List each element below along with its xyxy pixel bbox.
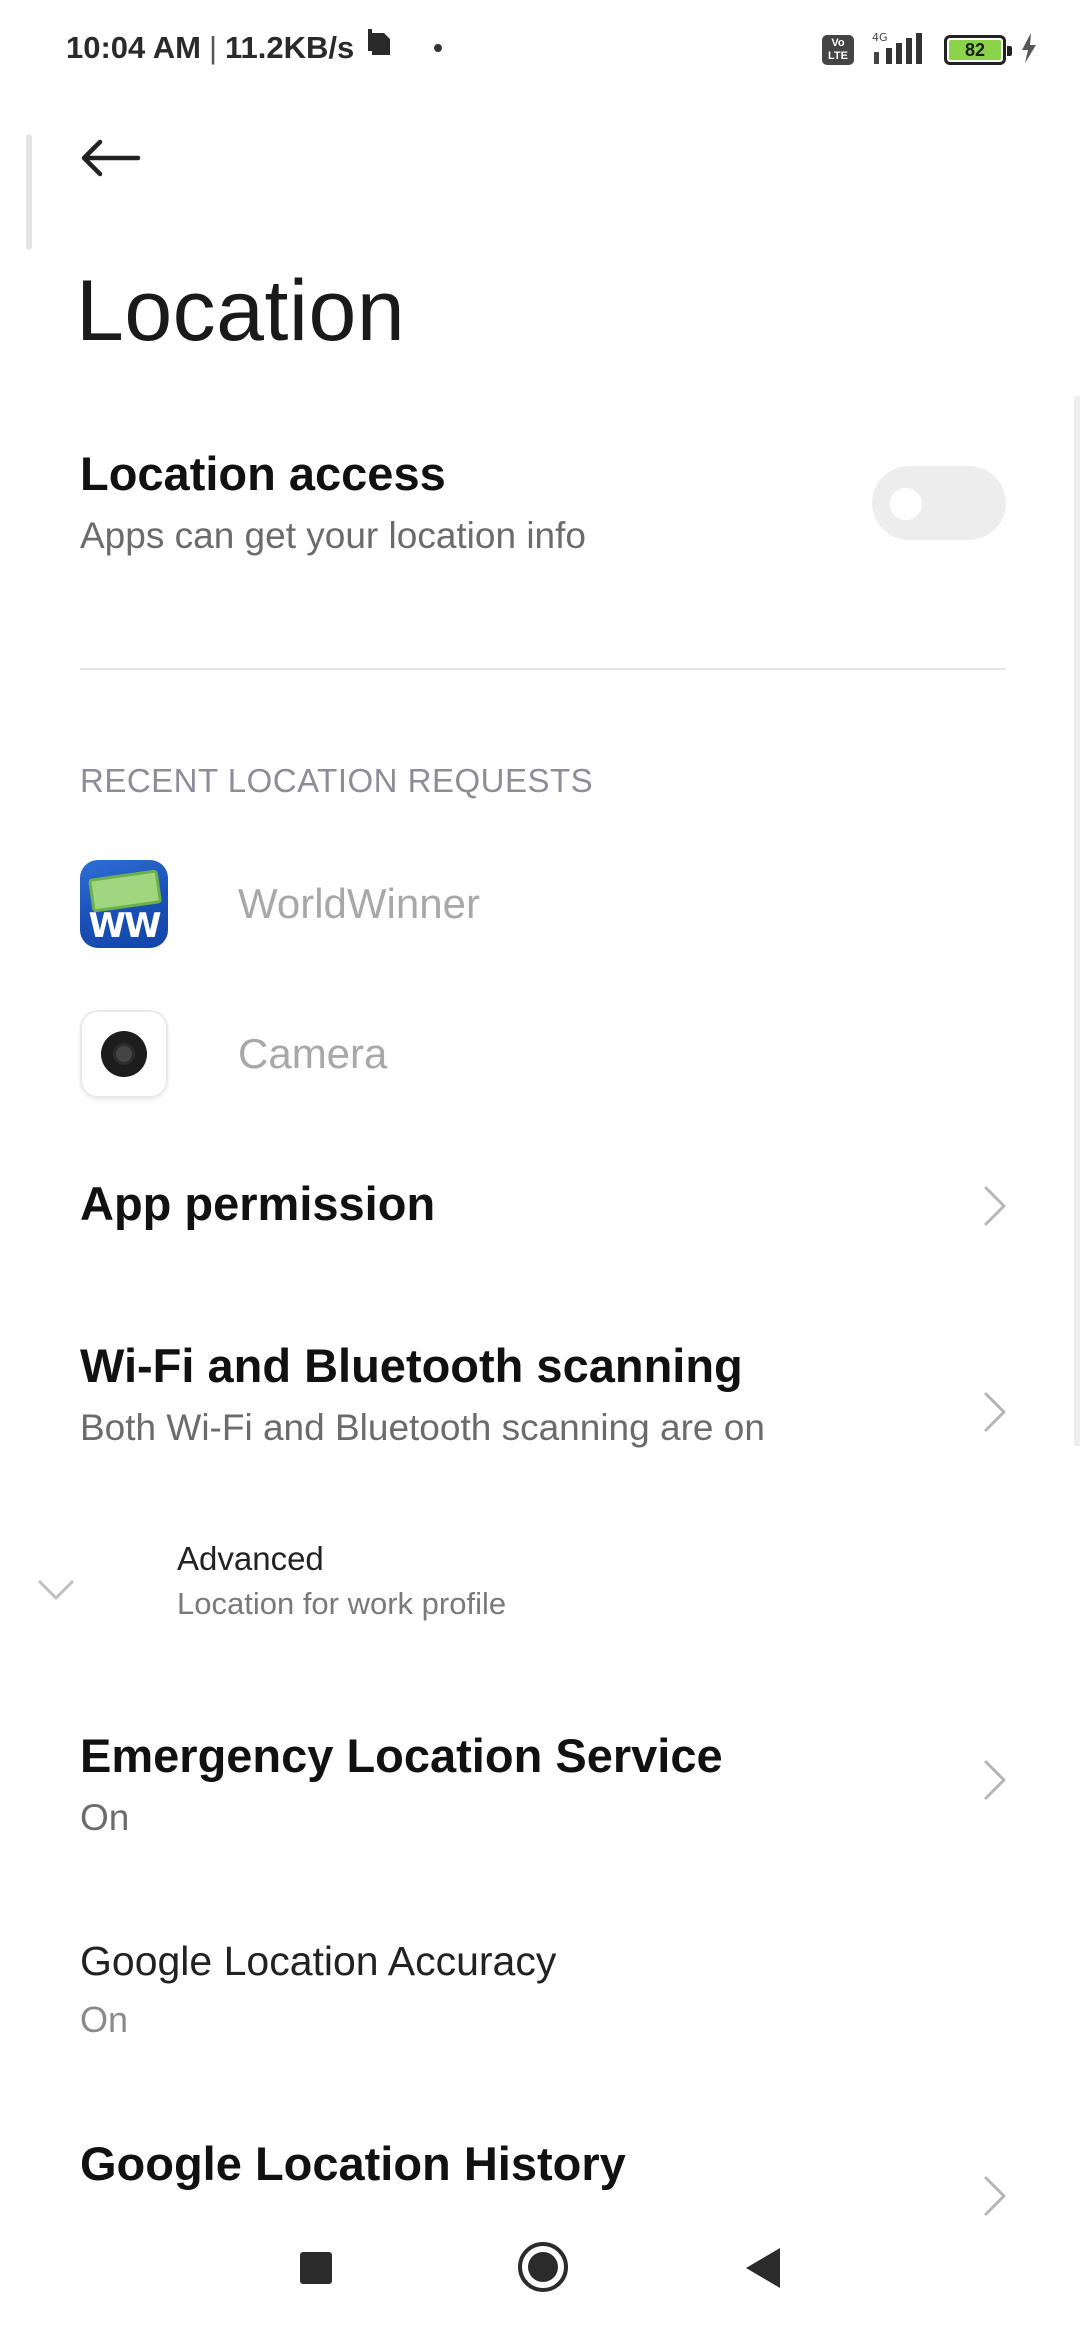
advanced-subtitle: Location for work profile (177, 1586, 507, 1621)
camera-app-icon (80, 1010, 168, 1098)
toggle-knob (890, 488, 922, 520)
status-separator: | (208, 30, 218, 65)
worldwinner-app-icon: WW (80, 860, 168, 948)
arrow-left-icon (81, 139, 141, 177)
emergency-service-title: Emergency Location Service (80, 1729, 723, 1782)
advanced-title: Advanced (177, 1540, 324, 1577)
notification-dot-icon (434, 44, 443, 52)
wifi-bluetooth-title: Wi-Fi and Bluetooth scanning (80, 1339, 743, 1392)
signal-4g-icon: 4G (868, 30, 930, 71)
location-access-row[interactable]: Location access Apps can get your locati… (80, 446, 1008, 566)
charging-icon (1020, 32, 1038, 68)
camera-lens (101, 1031, 147, 1077)
system-back-button[interactable] (746, 2248, 780, 2288)
status-bar: 10:04 AM | 11.2KB/s Vo LTE 4G 82 (0, 0, 1080, 96)
battery-level: 82 (949, 40, 1001, 60)
emergency-location-service-row[interactable]: Emergency Location Service On (80, 1728, 1010, 1848)
location-access-subtitle: Apps can get your location info (80, 515, 586, 556)
google-accuracy-status: On (80, 1999, 129, 2040)
emergency-service-status: On (80, 1797, 130, 1838)
home-button[interactable] (518, 2242, 568, 2292)
location-access-toggle[interactable] (872, 466, 1006, 540)
sim-card-icon (368, 29, 394, 67)
battery-tip (1007, 46, 1012, 56)
chevron-down-icon (38, 1580, 74, 1600)
chevron-right-icon (984, 1186, 1006, 1226)
wifi-bluetooth-scanning-row[interactable]: Wi-Fi and Bluetooth scanning Both Wi-Fi … (80, 1338, 1010, 1458)
back-button[interactable] (78, 128, 158, 188)
recent-app-worldwinner[interactable]: WW WorldWinner (80, 858, 980, 950)
app-permission-title: App permission (80, 1177, 436, 1230)
camera-lens-inner (113, 1043, 135, 1065)
recent-app-camera[interactable]: Camera (80, 1008, 980, 1100)
recent-requests-header: RECENT LOCATION REQUESTS (80, 762, 594, 799)
status-right: Vo LTE 4G 82 (822, 30, 1038, 70)
battery-icon: 82 (944, 35, 1012, 65)
wifi-bluetooth-subtitle: Both Wi-Fi and Bluetooth scanning are on (80, 1407, 765, 1448)
status-left: 10:04 AM | 11.2KB/s (66, 28, 443, 68)
chevron-right-icon (984, 1760, 1006, 1800)
chevron-right-icon (984, 1392, 1006, 1432)
app-permission-row[interactable]: App permission (80, 1176, 1010, 1256)
location-access-title: Location access (80, 447, 446, 500)
google-accuracy-title: Google Location Accuracy (80, 1938, 557, 1984)
scrollbar[interactable] (1074, 396, 1080, 1446)
home-icon (528, 2252, 558, 2282)
google-location-history-row[interactable]: Google Location History (80, 2136, 1010, 2216)
advanced-section[interactable]: Advanced Location for work profile (0, 1540, 1080, 1640)
edge-handle (26, 134, 32, 250)
recent-app-name: Camera (238, 1030, 388, 1077)
system-nav-bar (0, 2220, 1080, 2340)
network-speed: 11.2KB/s (225, 30, 355, 65)
status-time: 10:04 AM (66, 30, 201, 65)
google-location-accuracy-row[interactable]: Google Location Accuracy On (80, 1938, 1010, 2048)
recent-app-name: WorldWinner (238, 880, 480, 927)
page-title: Location (76, 263, 406, 359)
recents-button[interactable] (300, 2252, 332, 2284)
worldwinner-logo-text: WW (88, 906, 161, 946)
volte-icon: Vo LTE (822, 35, 854, 65)
svg-text:4G: 4G (872, 31, 888, 44)
location-settings-screen: 10:04 AM | 11.2KB/s Vo LTE 4G 82 Locatio… (0, 0, 1080, 2340)
chevron-right-icon (984, 2176, 1006, 2216)
section-divider (80, 668, 1006, 670)
google-history-title: Google Location History (80, 2137, 626, 2190)
